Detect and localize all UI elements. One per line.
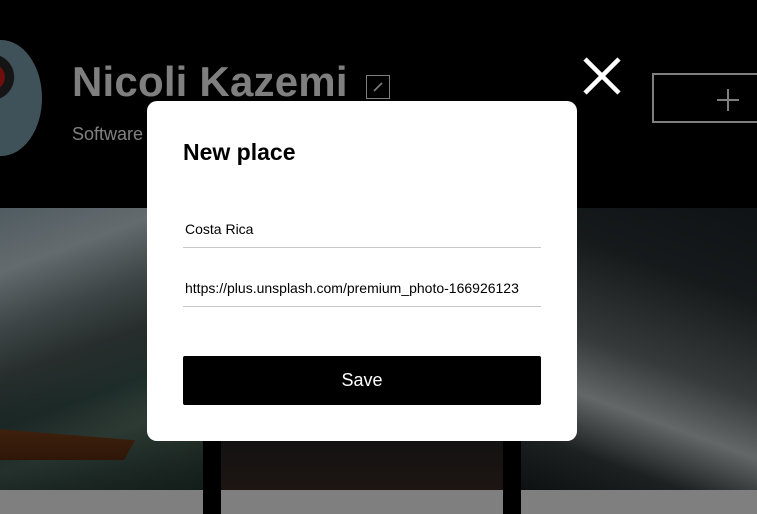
new-place-modal: New place Save xyxy=(147,101,577,441)
image-link-input[interactable] xyxy=(183,277,541,307)
save-button[interactable]: Save xyxy=(183,356,541,405)
close-modal-button[interactable] xyxy=(580,54,624,98)
place-name-input[interactable] xyxy=(183,218,541,248)
close-icon xyxy=(583,57,621,95)
page: Nicoli Kazemi Software xyxy=(0,0,757,514)
modal-title: New place xyxy=(183,139,296,165)
